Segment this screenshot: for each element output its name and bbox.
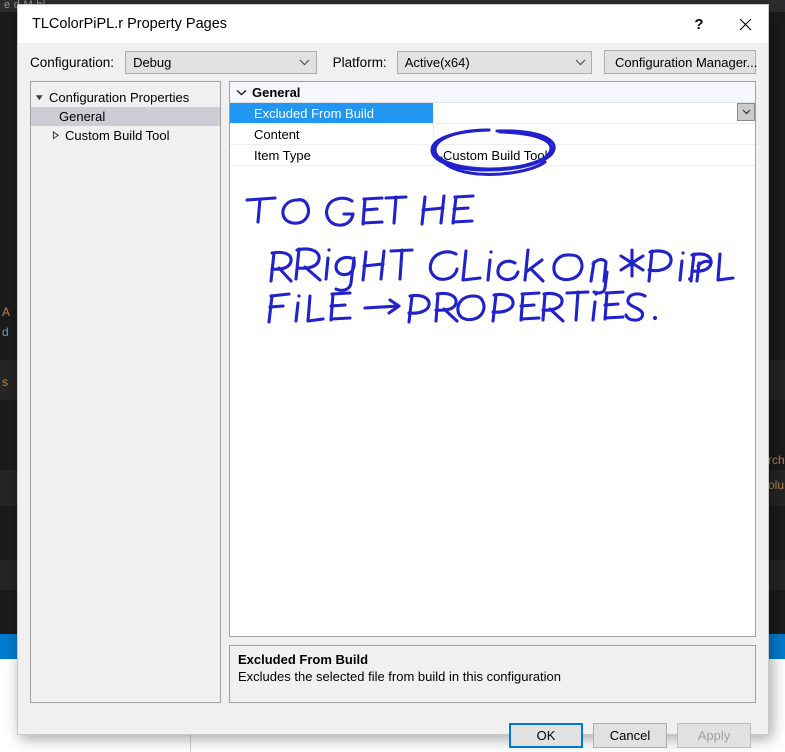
ide-bg-fragment-left-3: s	[2, 375, 8, 389]
tree-item-label: Configuration Properties	[49, 90, 190, 105]
ok-button[interactable]: OK	[509, 722, 583, 748]
tree-item-configuration-properties[interactable]: Configuration Properties	[31, 88, 220, 107]
configuration-value: Debug	[133, 54, 172, 70]
property-name: Excluded From Build	[230, 103, 433, 123]
triangle-collapsed-icon[interactable]	[47, 131, 63, 140]
configuration-label: Configuration:	[30, 54, 115, 70]
property-row-content[interactable]: Content	[230, 124, 755, 145]
question-mark-icon: ?	[694, 15, 704, 33]
property-row-excluded-from-build[interactable]: Excluded From Build	[230, 103, 755, 124]
dialog-footer: OK Cancel Apply	[18, 703, 768, 752]
property-value[interactable]: Custom Build Tool	[433, 145, 755, 165]
description-title: Excluded From Build	[238, 652, 369, 667]
property-category-general[interactable]: General	[230, 82, 755, 103]
ide-bg-fragment-right-2: olu	[768, 478, 785, 492]
chevron-down-icon	[294, 59, 316, 66]
triangle-expanded-icon[interactable]	[31, 93, 47, 102]
property-value[interactable]	[433, 103, 755, 123]
property-pages-dialog: TLColorPiPL.r Property Pages ? Configura…	[17, 4, 769, 748]
configuration-toolbar: Configuration: Debug Platform: Active(x6…	[18, 43, 768, 81]
apply-button: Apply	[677, 722, 751, 748]
property-value-dropdown-button[interactable]	[737, 103, 755, 121]
property-row-item-type[interactable]: Item Type Custom Build Tool	[230, 145, 755, 166]
property-name: Item Type	[254, 147, 311, 163]
cancel-button[interactable]: Cancel	[593, 722, 667, 748]
configuration-manager-button[interactable]: Configuration Manager...	[604, 50, 757, 74]
tree-item-label: General	[59, 109, 106, 124]
ide-bg-fragment-right-1: rch	[768, 453, 785, 467]
property-tree-panel[interactable]: Configuration Properties General Custom …	[30, 81, 221, 703]
description-text: Excludes the selected file from build in…	[238, 669, 562, 684]
dialog-title: TLColorPiPL.r Property Pages	[32, 16, 228, 32]
platform-value: Active(x64)	[404, 54, 470, 70]
tree-item-label: Custom Build Tool	[65, 128, 170, 143]
ide-bg-fragment-left-2: d	[2, 325, 9, 339]
property-category-label: General	[252, 84, 301, 100]
property-grid[interactable]: General Excluded From Build Content Item…	[229, 81, 756, 637]
chevron-down-icon[interactable]	[230, 89, 252, 96]
tree-item-custom-build-tool[interactable]: Custom Build Tool	[31, 126, 220, 145]
close-button[interactable]	[722, 5, 768, 43]
dialog-title-bar: TLColorPiPL.r Property Pages ?	[18, 5, 768, 43]
platform-dropdown[interactable]: Active(x64)	[396, 50, 592, 74]
property-name: Content	[254, 126, 300, 142]
help-button[interactable]: ?	[676, 5, 722, 43]
property-value[interactable]	[433, 124, 755, 144]
property-description-panel: Excluded From Build Excludes the selecte…	[229, 645, 756, 703]
close-icon	[739, 18, 752, 31]
tree-item-general[interactable]: General	[31, 107, 220, 126]
title-bar-buttons: ?	[676, 5, 768, 43]
property-right-column: General Excluded From Build Content Item…	[229, 81, 756, 703]
ide-bg-fragment-left-1: A	[2, 305, 11, 319]
chevron-down-icon	[569, 59, 591, 66]
screen: e d M bl A d s rch olu TLColorPiPL.r Pro…	[0, 0, 785, 752]
platform-label: Platform:	[332, 54, 387, 70]
configuration-dropdown[interactable]: Debug	[125, 50, 317, 74]
dialog-body: Configuration Properties General Custom …	[18, 81, 768, 703]
